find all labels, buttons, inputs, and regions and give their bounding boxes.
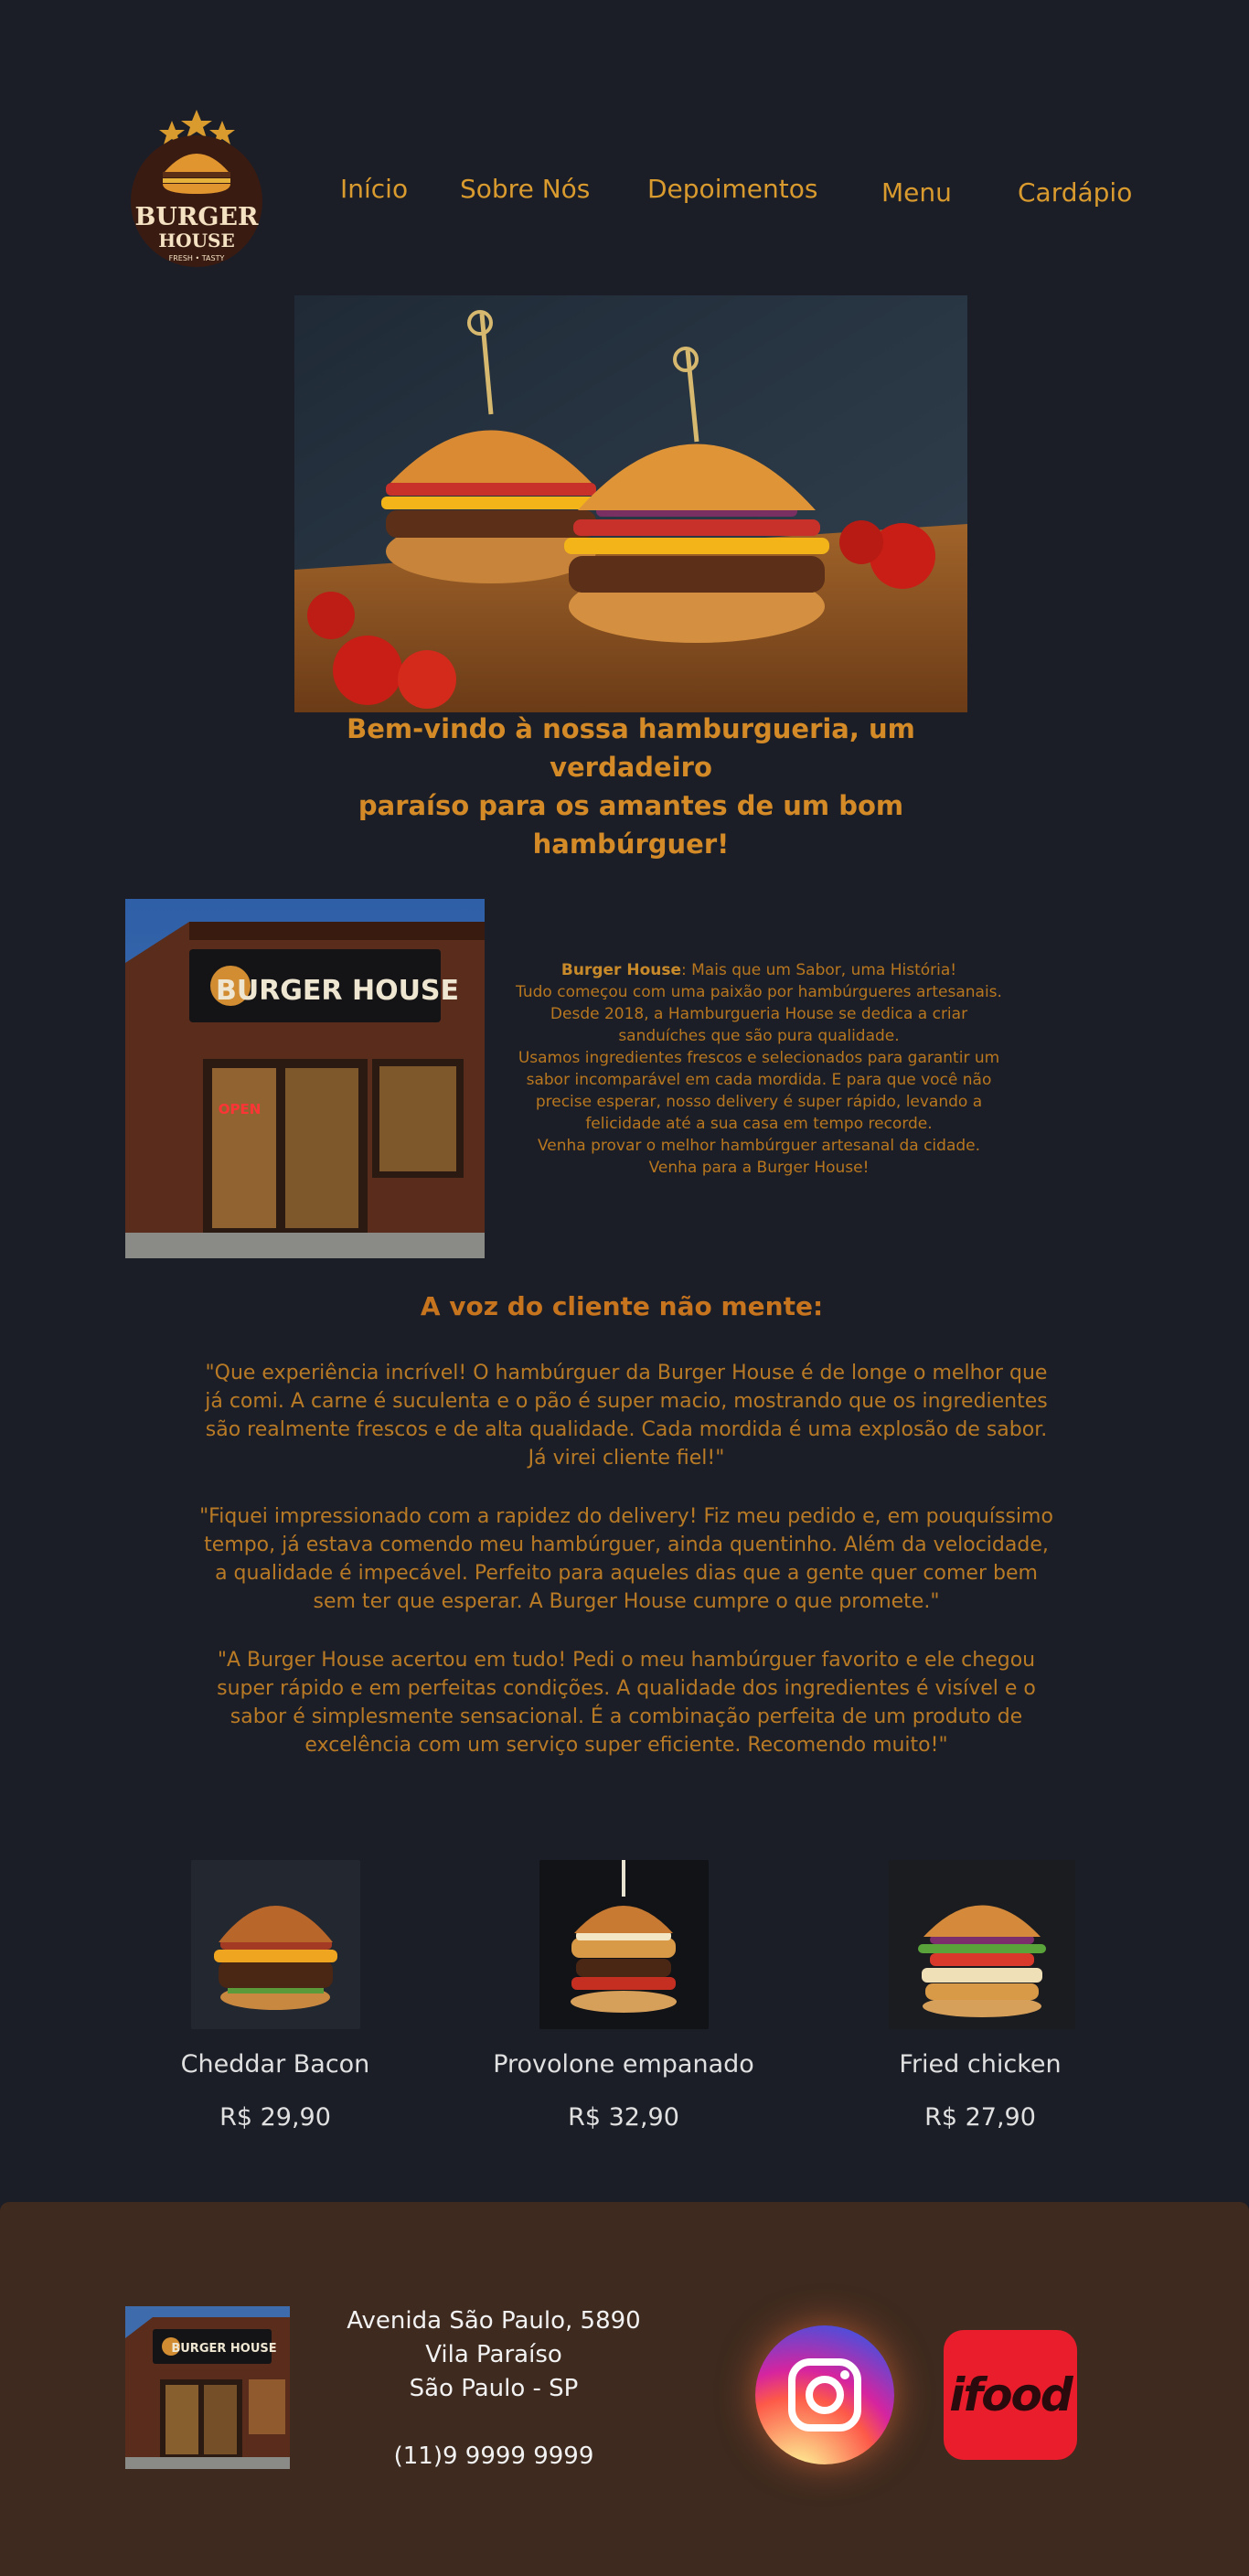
product-name-cheddar-bacon: Cheddar Bacon [180,2050,370,2079]
welcome-line-1: Bem-vindo à nossa hamburgueria, um verda… [347,713,915,783]
footer-storefront-image: BURGER HOUSE [125,2306,290,2469]
nav-inicio[interactable]: Início [340,174,408,204]
nav-menu[interactable]: Menu [881,177,952,208]
logo-tagline: FRESH • TASTY [169,254,225,262]
address-spacer [311,2406,677,2440]
about-line-4: Usamos ingredientes frescos e selecionad… [518,1049,1000,1067]
about-line-7: felicidade até a sua casa em tempo recor… [585,1115,933,1133]
testimonial-3: "A Burger House acertou em tudo! Pedi o … [217,1649,1036,1757]
nav-depoimentos[interactable]: Depoimentos [647,174,817,204]
about-text: Burger House: Mais que um Sabor, uma His… [512,959,1006,1179]
testimonial-2: "Fiquei impressionado com a rapidez do d… [199,1505,1053,1613]
ifood-button[interactable]: ifood [944,2330,1077,2460]
product-price-fried-chicken: R$ 27,90 [924,2103,1036,2132]
footer-storefront-sign: BURGER HOUSE [171,2342,276,2356]
about-line-2: Desde 2018, a Hamburgueria House se dedi… [550,1005,968,1023]
welcome-heading: Bem-vindo à nossa hamburgueria, um verda… [265,710,997,863]
storefront-sign: BURGER HOUSE [216,975,459,1007]
product-image-fried-chicken[interactable] [889,1860,1075,2029]
nav-cardapio[interactable]: Cardápio [1018,177,1132,208]
instagram-icon [788,2358,861,2432]
address-street: Avenida São Paulo, 5890 [347,2307,641,2335]
about-brand: Burger House [560,961,681,979]
about-line-3: sanduíches que são pura qualidade. [618,1027,900,1045]
product-image-provolone-empanado[interactable] [539,1860,709,2029]
about-slogan: : Mais que um Sabor, uma História! [681,961,957,979]
address-city: São Paulo - SP [409,2375,579,2402]
product-price-cheddar-bacon: R$ 29,90 [219,2103,331,2132]
storefront-image: BURGER HOUSE OPEN [125,899,485,1258]
about-line-8: Venha provar o melhor hambúrguer artesan… [537,1137,981,1155]
address-neighborhood: Vila Paraíso [425,2341,562,2368]
open-sign: OPEN [219,1101,262,1117]
welcome-line-2: paraíso para os amantes de um bom hambúr… [358,790,904,860]
product-price-provolone-empanado: R$ 32,90 [568,2103,679,2132]
nav-sobre-nos[interactable]: Sobre Nós [460,174,590,204]
hero-burgers-image [294,295,967,712]
footer-address: Avenida São Paulo, 5890 Vila Paraíso São… [311,2304,677,2474]
about-line-1: Tudo começou com uma paixão por hambúrgu… [516,983,1002,1001]
logo-text-burger: BURGER [135,203,259,231]
instagram-button[interactable] [755,2325,894,2464]
about-line-5: sabor incomparável em cada mordida. E pa… [526,1071,992,1089]
logo[interactable]: BURGER HOUSE FRESH • TASTY [126,110,268,270]
testimonials-title: A voz do cliente não mente: [420,1291,824,1321]
about-line-9: Venha para a Burger House! [648,1159,870,1177]
testimonial-1: "Que experiência incrível! O hambúrguer … [205,1362,1048,1470]
about-line-0: Burger House: Mais que um Sabor, uma His… [512,959,1006,981]
ifood-logo-icon: ifood [949,2368,1073,2421]
product-name-provolone-empanado: Provolone empanado [493,2050,754,2079]
product-name-fried-chicken: Fried chicken [899,2050,1062,2079]
product-image-cheddar-bacon[interactable] [191,1860,360,2029]
logo-text-house: HOUSE [158,230,234,251]
about-line-6: precise esperar, nosso delivery é super … [535,1093,983,1111]
footer-phone: (11)9 9999 9999 [393,2442,594,2470]
